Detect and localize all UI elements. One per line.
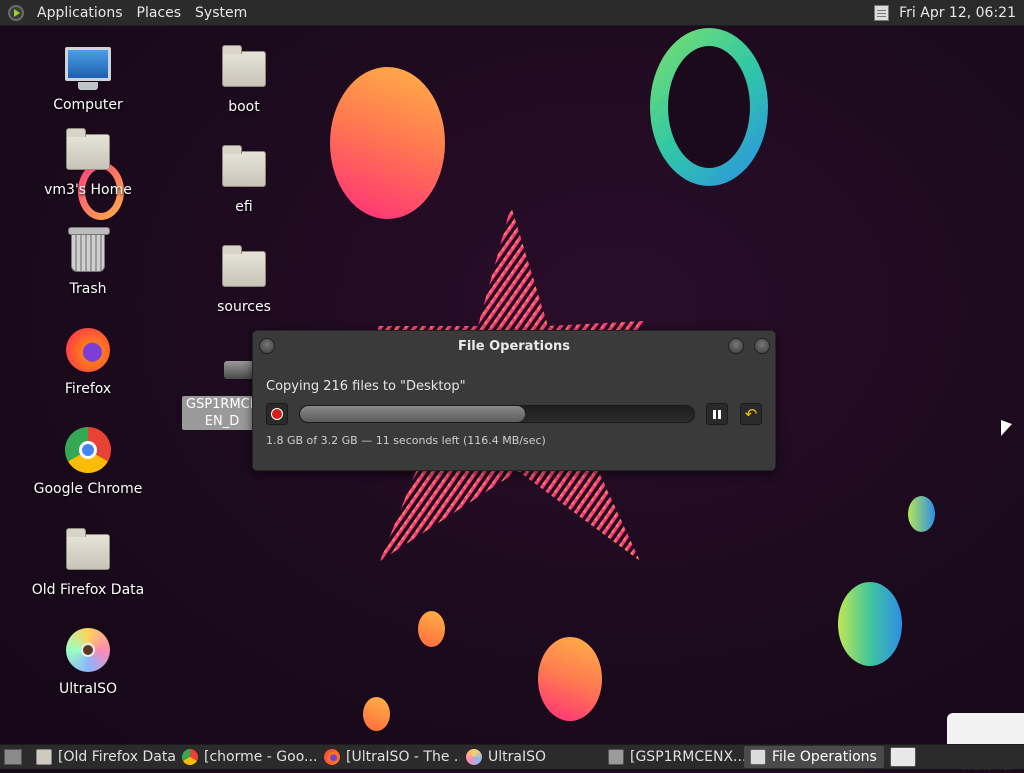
wallpaper-orange-dot xyxy=(418,611,445,647)
desktop-icon-drive-label[interactable]: GSP1RMCE EN_D xyxy=(182,396,262,430)
desktop-icon-old-firefox-data[interactable]: Old Firefox Data xyxy=(28,528,148,598)
terminal-icon xyxy=(608,749,624,765)
copy-progress-bar xyxy=(299,405,695,423)
dialog-body: Copying 216 files to "Desktop" ↶ 1.8 GB … xyxy=(253,361,775,447)
menu-system[interactable]: System xyxy=(188,5,254,21)
task-old-firefox-data[interactable]: [Old Firefox Data] xyxy=(30,746,176,768)
file-operations-dialog: File Operations Copying 216 files to "De… xyxy=(252,330,776,471)
firefox-icon xyxy=(66,328,110,372)
workspace-switcher-icon[interactable] xyxy=(890,747,916,767)
desktop-icon-ultraiso[interactable]: UltraISO xyxy=(28,626,148,697)
trash-icon xyxy=(68,227,110,272)
task-file-operations[interactable]: File Operations xyxy=(744,746,884,768)
desktop-icon-efi[interactable]: efi xyxy=(184,145,304,215)
pause-button[interactable] xyxy=(706,403,728,425)
pause-icon xyxy=(713,409,716,419)
desktop-icon-boot[interactable]: boot xyxy=(184,45,304,115)
folder-icon xyxy=(66,528,110,570)
desktop-icon-label: Firefox xyxy=(64,381,112,397)
task-label: [GSP1RMCENX... xyxy=(630,749,744,765)
task-label: [Old Firefox Data] xyxy=(58,749,176,765)
window-icon xyxy=(750,749,766,765)
task-label: File Operations xyxy=(772,749,877,765)
mouse-pointer-icon xyxy=(1001,419,1012,441)
desktop-icon-trash[interactable]: Trash xyxy=(28,227,148,297)
desktop-icon-label: UltraISO xyxy=(59,681,117,697)
desktop-icon-label: efi xyxy=(235,199,253,215)
folder-icon xyxy=(222,245,266,287)
pause-icon-bar xyxy=(718,409,721,419)
top-panel: Applications Places System Fri Apr 12, 0… xyxy=(0,0,1024,26)
stop-button[interactable] xyxy=(266,403,288,425)
desktop-icon-label: Old Firefox Data xyxy=(31,582,145,598)
chrome-icon xyxy=(182,749,198,765)
desktop-icon-drive[interactable] xyxy=(184,345,254,379)
wallpaper-orange-pink-oval xyxy=(538,637,602,721)
desktop-icon-label: boot xyxy=(228,99,260,115)
menu-places[interactable]: Places xyxy=(130,5,189,21)
desktop-icon-computer[interactable]: Computer xyxy=(28,45,148,113)
desktop-icon-label: Computer xyxy=(53,97,123,113)
wallpaper-green-blue-oval xyxy=(838,582,902,666)
task-chrome[interactable]: [chorme - Goo... xyxy=(176,746,318,768)
progress-row: ↶ xyxy=(266,403,762,425)
desktop-icon-sources[interactable]: sources xyxy=(184,245,304,315)
dialog-title: File Operations xyxy=(457,338,571,354)
desktop-icon-chrome[interactable]: Google Chrome xyxy=(28,426,148,497)
task-label: [UltraISO - The ... xyxy=(346,749,460,765)
disc-icon xyxy=(66,628,110,672)
close-button[interactable] xyxy=(754,338,770,354)
firefox-icon xyxy=(324,749,340,765)
task-ultraiso-firefox[interactable]: [UltraISO - The ... xyxy=(318,746,460,768)
folder-icon xyxy=(36,749,52,765)
wallpaper-orange-oval xyxy=(330,67,445,219)
panel-tray: Fri Apr 12, 06:21 xyxy=(874,4,1024,21)
desktop-icon-home[interactable]: vm3's Home xyxy=(28,128,148,198)
stop-icon xyxy=(271,408,283,420)
wallpaper-ring xyxy=(650,28,768,186)
main-menu: Applications Places System xyxy=(0,0,254,25)
copy-status: 1.8 GB of 3.2 GB — 11 seconds left (116.… xyxy=(266,434,546,447)
wallpaper-orange-dot-small xyxy=(363,697,390,731)
desktop-icon-label: Google Chrome xyxy=(33,481,143,497)
taskbar: [Old Firefox Data] [chorme - Goo... [Ult… xyxy=(0,744,1024,769)
wallpaper-blue-dot xyxy=(908,496,935,532)
progress-fill xyxy=(300,406,525,422)
home-folder-icon xyxy=(66,128,110,170)
clock[interactable]: Fri Apr 12, 06:21 xyxy=(899,5,1016,21)
computer-icon xyxy=(65,47,111,90)
desktop-icon-label: Trash xyxy=(69,281,107,297)
copy-message: Copying 216 files to "Desktop" xyxy=(266,379,466,394)
desktop-icon-label: sources xyxy=(217,299,271,315)
dialog-titlebar[interactable]: File Operations xyxy=(253,331,775,361)
task-label: UltraISO xyxy=(488,749,546,765)
drive-icon xyxy=(224,361,254,379)
undo-button[interactable]: ↶ xyxy=(740,403,762,425)
folder-icon xyxy=(222,145,266,187)
show-desktop-icon[interactable] xyxy=(4,749,22,765)
chrome-icon xyxy=(65,427,111,473)
desktop-icon-firefox[interactable]: Firefox xyxy=(28,326,148,397)
task-ultraiso[interactable]: UltraISO xyxy=(460,746,602,768)
folder-icon xyxy=(222,45,266,87)
distro-logo-icon[interactable] xyxy=(8,4,24,21)
undo-icon: ↶ xyxy=(744,405,758,423)
desktop-icon-label: vm3's Home xyxy=(44,182,132,198)
task-gsp1rmcenx[interactable]: [GSP1RMCENX... xyxy=(602,746,744,768)
notes-icon[interactable] xyxy=(874,4,890,21)
menu-applications[interactable]: Applications xyxy=(30,5,130,21)
window-menu-button[interactable] xyxy=(259,338,275,354)
disc-icon xyxy=(466,749,482,765)
minimize-button[interactable] xyxy=(728,338,744,354)
task-label: [chorme - Goo... xyxy=(204,749,318,765)
